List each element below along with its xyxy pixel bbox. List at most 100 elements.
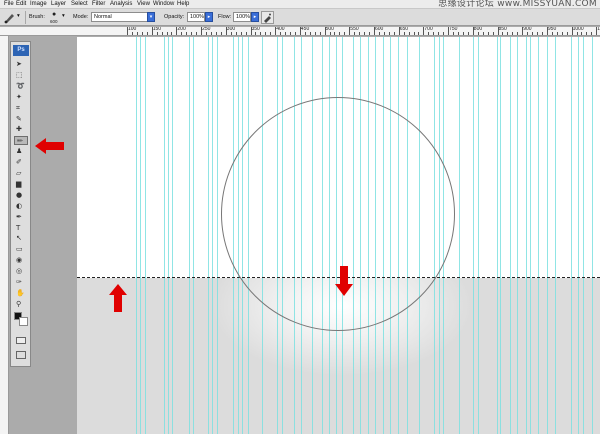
menu-image[interactable]: Image [30,1,47,8]
brush-dropdown-icon[interactable]: ▾ [62,13,65,19]
ruler-tick [472,27,474,35]
ruler-tick [176,27,178,35]
opacity-dropdown-icon[interactable]: ▸ [205,12,213,22]
ruler-tick [448,27,450,35]
opacity-input[interactable]: 100% [187,12,205,22]
menu-layer[interactable]: Layer [51,1,66,8]
opacity-label: Opacity: [164,14,185,20]
ruler-tick [354,32,356,35]
ruler-tick [136,32,138,35]
menu-analysis[interactable]: Analysis [110,1,132,8]
ruler-tick [127,27,128,35]
pen-tool-icon: ✒ [16,212,22,221]
eyedropper-tool-button[interactable]: ✑ [14,278,28,287]
marquee-tool-icon: ⬚ [16,70,23,79]
menu-edit[interactable]: Edit [16,1,26,8]
move-tool-icon: ➤ [16,60,22,68]
ruler-tick [364,32,366,35]
airbrush-icon[interactable] [261,11,274,24]
ps-logo: Ps [13,45,29,56]
guide-line [583,37,584,434]
menu-file[interactable]: File [4,1,14,8]
blur-tool-icon: ● [16,190,23,199]
history-brush-tool-button[interactable]: ✐ [14,158,28,167]
stamp-tool-button[interactable]: ♟ [14,147,28,156]
zoom-tool-button[interactable]: ⚲ [14,300,28,309]
blur-tool-button[interactable]: ● [14,191,28,200]
preset-dropdown-icon[interactable]: ▾ [17,13,20,19]
ruler-tick [492,32,494,35]
path-selection-tool-button[interactable]: ↖ [14,234,28,243]
ruler-tick [561,32,563,35]
shape-tool-button[interactable]: ▭ [14,245,28,254]
menu-select[interactable]: Select [71,1,88,8]
ruler-tick [586,32,588,35]
marquee-tool-button[interactable]: ⬚ [14,71,28,80]
move-tool-button[interactable]: ➤ [14,60,28,69]
canvas[interactable] [77,37,600,434]
ruler-tick [403,32,405,35]
ruler-tick [265,32,267,35]
gradient-tool-button[interactable]: ▆ [14,180,28,189]
ruler-tick [324,27,326,35]
crop-tool-button[interactable]: ⌗ [14,104,28,113]
ruler-tick [457,32,459,35]
eraser-tool-icon: ▱ [16,169,22,177]
crop-tool-icon: ⌗ [16,103,20,112]
3d-rotate-tool-button[interactable]: ◉ [14,256,28,265]
guide-line [172,37,173,434]
path-selection-tool-icon: ↖ [16,234,22,243]
history-brush-tool-icon: ✐ [16,158,22,167]
magic-wand-tool-button[interactable]: ✦ [14,93,28,102]
quick-mask-icon[interactable] [16,337,26,344]
ruler-tick [220,32,222,35]
menu-view[interactable]: View [137,1,150,8]
ruler-tick [428,32,430,35]
mode-select[interactable]: Normal [91,12,148,22]
lasso-tool-button[interactable]: ➰ [14,82,28,91]
3d-orbit-tool-button[interactable]: ◎ [14,267,28,276]
guide-line [212,37,213,434]
menu-filter[interactable]: Filter [92,1,105,8]
background-color-swatch[interactable] [19,317,28,326]
guide-line [193,37,194,434]
pen-tool-button[interactable]: ✒ [14,213,28,222]
menu-window[interactable]: Window [153,1,174,8]
type-tool-button[interactable]: T [14,224,28,233]
slice-tool-button[interactable]: ✎ [14,115,28,124]
lasso-tool-icon: ➰ [16,81,25,90]
slice-tool-icon: ✎ [16,114,22,123]
flow-dropdown-icon[interactable]: ▸ [251,12,259,22]
ruler-tick [532,32,534,35]
eraser-tool-button[interactable]: ▱ [14,169,28,178]
guide-line [500,37,501,434]
ruler-tick [181,32,183,35]
ruler-tick [319,32,321,35]
brush-picker[interactable]: ● 600 [49,11,61,25]
guide-line [497,37,498,434]
guide-line [189,37,190,434]
menu-help[interactable]: Help [177,1,189,8]
brush-tool-button[interactable]: ✏ [14,136,28,146]
ruler-tick [423,27,425,35]
ruler-tick [141,32,143,35]
ruler-tick [537,32,539,35]
ruler-tick [551,32,553,35]
ruler-tick [245,32,247,35]
ruler-tick [383,32,385,35]
healing-tool-button[interactable]: ✚ [14,125,28,134]
ruler-tick [210,32,212,35]
mode-dropdown-icon[interactable]: ▾ [147,12,155,22]
brush-tool-icon: ✏ [17,137,23,146]
eyedropper-tool-icon: ✑ [16,278,22,286]
brush-preset-icon[interactable] [3,11,16,24]
ruler-tick [571,27,573,35]
flow-input[interactable]: 100% [233,12,251,22]
ruler-vertical [0,36,9,434]
ruler-tick [438,32,440,35]
hand-tool-button[interactable]: ✋ [14,289,28,298]
screen-mode-icon[interactable] [16,351,26,359]
dodge-tool-icon: ◐ [16,201,23,210]
dodge-tool-button[interactable]: ◐ [14,202,28,211]
ruler-tick [215,32,217,35]
